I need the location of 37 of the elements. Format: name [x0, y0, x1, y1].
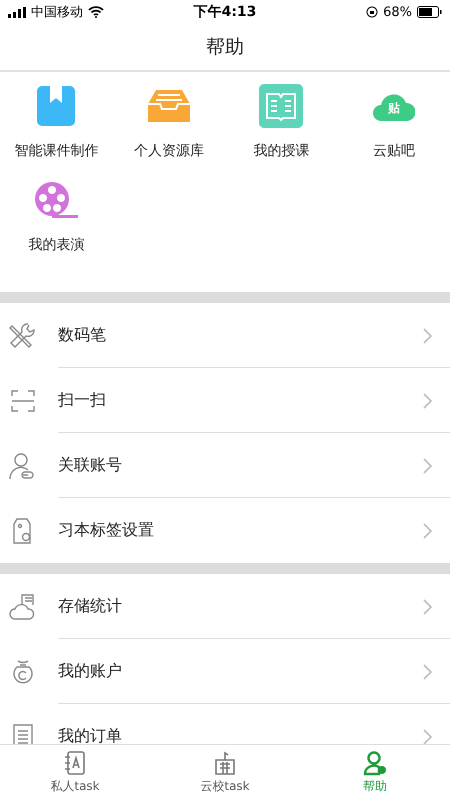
user-icon	[362, 750, 388, 776]
carrier-name: 中国移动	[31, 4, 83, 21]
building-icon	[212, 750, 238, 776]
tab-item[interactable]: 云校task	[150, 745, 300, 800]
tray-icon	[148, 90, 190, 122]
tab-item[interactable]: 私人task	[0, 745, 150, 800]
chevron-icon	[423, 728, 432, 744]
chevron-icon	[423, 522, 432, 538]
shortcut-label[interactable]: 个人资源库	[134, 142, 204, 160]
page-title: 帮助	[206, 35, 244, 60]
wifi-icon	[88, 6, 104, 18]
chevron-icon	[423, 598, 432, 614]
shortcut-label[interactable]: 我的表演	[28, 236, 84, 254]
menu-item[interactable]: 我的订单	[58, 726, 423, 744]
menu-item[interactable]: 关联账号	[58, 455, 423, 476]
menu-item[interactable]: 扫一扫	[58, 390, 423, 411]
chevron-icon	[423, 664, 432, 680]
rotation-lock-icon	[366, 6, 378, 18]
battery-percent: 68%	[383, 4, 412, 20]
menu-item[interactable]: 数码笔	[58, 325, 423, 346]
book-icon	[259, 84, 304, 128]
notebook-icon	[62, 750, 88, 776]
signal-icon	[8, 6, 26, 18]
menu-item[interactable]: 我的账户	[58, 661, 423, 682]
menu-item[interactable]: 存储统计	[58, 596, 423, 617]
chevron-icon	[423, 392, 432, 408]
chevron-icon	[423, 458, 432, 474]
tab-item[interactable]: 帮助	[300, 745, 450, 800]
menu-item[interactable]: 习本标签设置	[58, 520, 423, 541]
clock-time: 下午4:13	[194, 3, 256, 21]
bookmark-icon	[37, 86, 76, 126]
film-reel-icon	[34, 181, 78, 219]
battery-icon	[416, 6, 442, 18]
shortcut-label[interactable]: 云贴吧	[372, 142, 415, 160]
shortcut-label[interactable]: 我的授课	[253, 142, 310, 160]
chevron-icon	[423, 328, 432, 344]
shortcut-label[interactable]: 智能课件制作	[14, 142, 98, 160]
